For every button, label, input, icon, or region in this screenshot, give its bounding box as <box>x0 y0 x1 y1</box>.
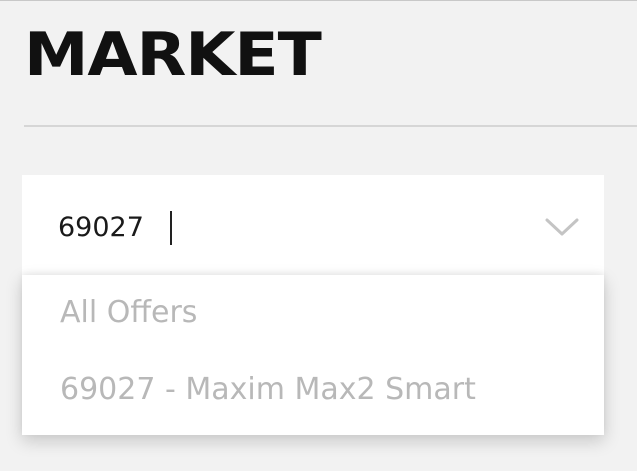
offer-search-combobox[interactable] <box>22 175 604 275</box>
header-divider <box>24 125 637 127</box>
dropdown-option-maxim-max2-smart[interactable]: 69027 - Maxim Max2 Smart <box>60 372 476 407</box>
dropdown-list: All Offers 69027 - Maxim Max2 Smart <box>22 275 604 435</box>
top-border <box>0 0 637 1</box>
dropdown-option-all-offers[interactable]: All Offers <box>60 295 197 330</box>
chevron-down-icon[interactable] <box>544 215 580 239</box>
search-input[interactable] <box>58 205 498 249</box>
text-caret <box>170 211 172 245</box>
page-title: MARKET <box>24 20 322 90</box>
